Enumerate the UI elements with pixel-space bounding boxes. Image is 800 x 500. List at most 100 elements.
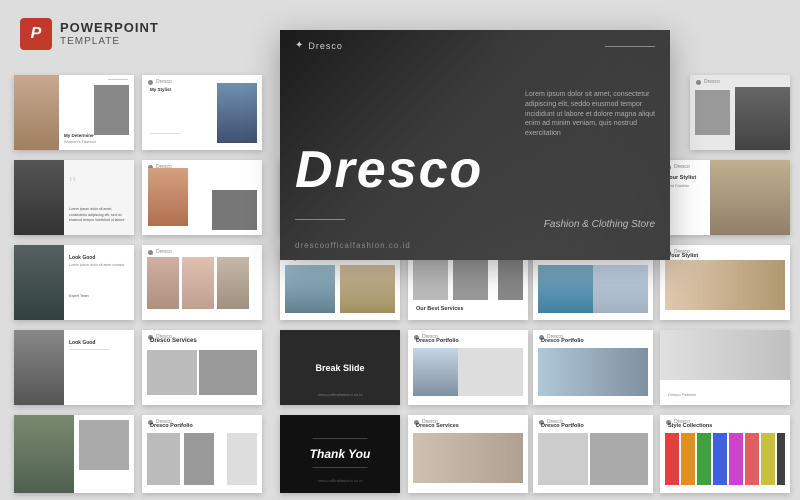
slide-image-1 bbox=[285, 265, 335, 313]
slide-image-2 bbox=[79, 420, 129, 470]
slide-image-3 bbox=[498, 260, 523, 300]
hero-url: drescoofficalfashion.co.id bbox=[295, 241, 411, 250]
slide-header: Dresco bbox=[148, 79, 172, 85]
swatch-dark bbox=[777, 433, 785, 485]
slide-image-1 bbox=[413, 348, 458, 396]
slide-image-1 bbox=[147, 433, 180, 485]
slide-image-2 bbox=[182, 257, 214, 309]
slide-image bbox=[660, 330, 790, 380]
break-subtitle: drescoofficalfashion.co.id bbox=[318, 392, 363, 397]
slide-subtitle: Lorem ipsum dolor sit amet consect bbox=[69, 263, 129, 268]
brand-dot bbox=[148, 250, 153, 255]
slide-image-1 bbox=[147, 350, 197, 395]
swatch-blue bbox=[713, 433, 727, 485]
slide-title: Dresco Portfolio bbox=[150, 423, 193, 429]
slide-title: Dresco Services bbox=[416, 423, 459, 429]
slide-image-2 bbox=[199, 350, 257, 395]
slide-thumb[interactable]: Dresco Dresco Portfolio bbox=[408, 330, 528, 405]
deco-line-2 bbox=[313, 467, 368, 468]
slide-title: Dresco Portfolio bbox=[541, 423, 584, 429]
slide-thumb[interactable]: Dresco bbox=[690, 75, 790, 150]
ppt-brand: POWERPOINT bbox=[60, 21, 159, 35]
brand-dot bbox=[148, 80, 153, 85]
slide-title: Dresco Services bbox=[150, 338, 197, 344]
slide-image bbox=[217, 83, 257, 143]
slide-image-2 bbox=[590, 433, 648, 485]
slide-image bbox=[710, 160, 790, 235]
brand-text: Dresco bbox=[156, 79, 172, 85]
quote-mark: " bbox=[69, 175, 76, 195]
swatch-pink bbox=[745, 433, 759, 485]
swatch-purple bbox=[729, 433, 743, 485]
slide-thumb[interactable]: Dresco Look Good bbox=[14, 330, 134, 405]
slide-thumb[interactable]: Dresco Your Stylist bbox=[660, 245, 790, 320]
slide-image bbox=[14, 75, 59, 150]
slide-image bbox=[14, 160, 64, 235]
slide-title: Style Collections bbox=[668, 423, 712, 429]
slide-thumb[interactable]: Dresco Dresco Fashion bbox=[660, 330, 790, 405]
break-title: Break Slide bbox=[315, 363, 364, 373]
slide-thumb[interactable]: Dresco Dresco Services bbox=[142, 330, 262, 405]
slide-title: Dresco Portfolio bbox=[416, 338, 459, 344]
slide-image-1 bbox=[147, 257, 179, 309]
slide-thumb[interactable]: Dresco Dresco Portfolio bbox=[533, 415, 653, 493]
slide-thumb[interactable]: Dresco Dresco Services bbox=[408, 415, 528, 493]
thank-you-title: Thank You bbox=[310, 447, 371, 461]
slide-thumb[interactable]: Dresco My Determine Women's Fashion bbox=[14, 75, 134, 150]
slide-header: Dresco bbox=[148, 249, 172, 255]
brand-text: Dresco bbox=[674, 164, 690, 170]
swatch-green bbox=[697, 433, 711, 485]
hero-slide[interactable]: ✦ Dresco Lorem ipsum dolor sit amet, con… bbox=[280, 30, 670, 260]
swatch-orange bbox=[681, 433, 695, 485]
slide-image bbox=[413, 433, 523, 483]
slide-thumb[interactable]: Dresco My Stylist bbox=[142, 75, 262, 150]
slide-thumb[interactable]: Dresco Dresco Portfolio bbox=[533, 330, 653, 405]
slide-image-2 bbox=[212, 190, 257, 230]
ppt-icon: P bbox=[20, 18, 52, 50]
slide-image-2 bbox=[340, 265, 395, 313]
hero-subtitle: Fashion & Clothing Store bbox=[544, 219, 655, 230]
slide-image bbox=[665, 260, 785, 310]
slide-thumb[interactable]: Dresco bbox=[142, 160, 262, 235]
slide-thumb[interactable]: Dresco Style Collections bbox=[660, 415, 790, 493]
slide-image-1 bbox=[538, 265, 593, 313]
slide-thumb[interactable]: Dresco Look Good Lorem ipsum dolor sit a… bbox=[14, 245, 134, 320]
slide-title: Your Stylist bbox=[668, 253, 698, 259]
slide-thumb[interactable]: Dresco bbox=[14, 415, 134, 493]
slide-image-2 bbox=[453, 260, 488, 300]
slide-subtext: Women's Fashion bbox=[64, 139, 96, 144]
slide-image bbox=[14, 245, 64, 320]
hero-brand: ✦ Dresco bbox=[295, 40, 343, 51]
slide-line bbox=[69, 349, 109, 350]
hero-brand-name: Dresco bbox=[308, 41, 343, 51]
swatch-yellow bbox=[761, 433, 775, 485]
slide-text: Lorem ipsum dolor sit amet, consectetur … bbox=[69, 207, 129, 223]
slide-thank-you[interactable]: Thank You drescoofficalfashion.co.id bbox=[280, 415, 400, 493]
slide-image-3 bbox=[217, 257, 249, 309]
thank-you-subtitle: drescoofficalfashion.co.id bbox=[318, 478, 363, 483]
swatch-red bbox=[665, 433, 679, 485]
slide-title: Your Stylist bbox=[666, 175, 696, 181]
hero-line-top bbox=[605, 46, 655, 47]
slide-text: Dresco Fashion bbox=[668, 392, 696, 397]
slide-image-2 bbox=[593, 265, 648, 313]
slide-image-1 bbox=[413, 260, 448, 300]
slide-thumb[interactable]: Dresco " Lorem ipsum dolor sit amet, con… bbox=[14, 160, 134, 235]
slide-break[interactable]: Break Slide drescoofficalfashion.co.id bbox=[280, 330, 400, 405]
brand-dot bbox=[696, 80, 701, 85]
slide-text: My Stylist bbox=[150, 87, 171, 92]
slide-image-1 bbox=[538, 433, 588, 485]
slide-text: My Determine bbox=[64, 133, 94, 138]
slide-image-2 bbox=[184, 433, 214, 485]
hero-line-bottom bbox=[295, 219, 345, 220]
slide-thumb[interactable]: Dresco Dresco Portfolio bbox=[142, 415, 262, 493]
slides-grid: Dresco My Determine Women's Fashion Dres… bbox=[0, 0, 800, 500]
slide-thumb[interactable]: Dresco bbox=[142, 245, 262, 320]
ppt-label-container: POWERPOINT TEMPLATE bbox=[60, 21, 159, 46]
slide-thumb[interactable]: Dresco Your Stylist Best Fashion bbox=[660, 160, 790, 235]
slide-line bbox=[150, 133, 180, 134]
hero-desc: Lorem ipsum dolor sit amet, consectetur … bbox=[525, 90, 655, 139]
slide-image-2 bbox=[695, 90, 730, 135]
slide-image bbox=[538, 348, 648, 396]
app-label: P POWERPOINT TEMPLATE bbox=[20, 18, 159, 50]
